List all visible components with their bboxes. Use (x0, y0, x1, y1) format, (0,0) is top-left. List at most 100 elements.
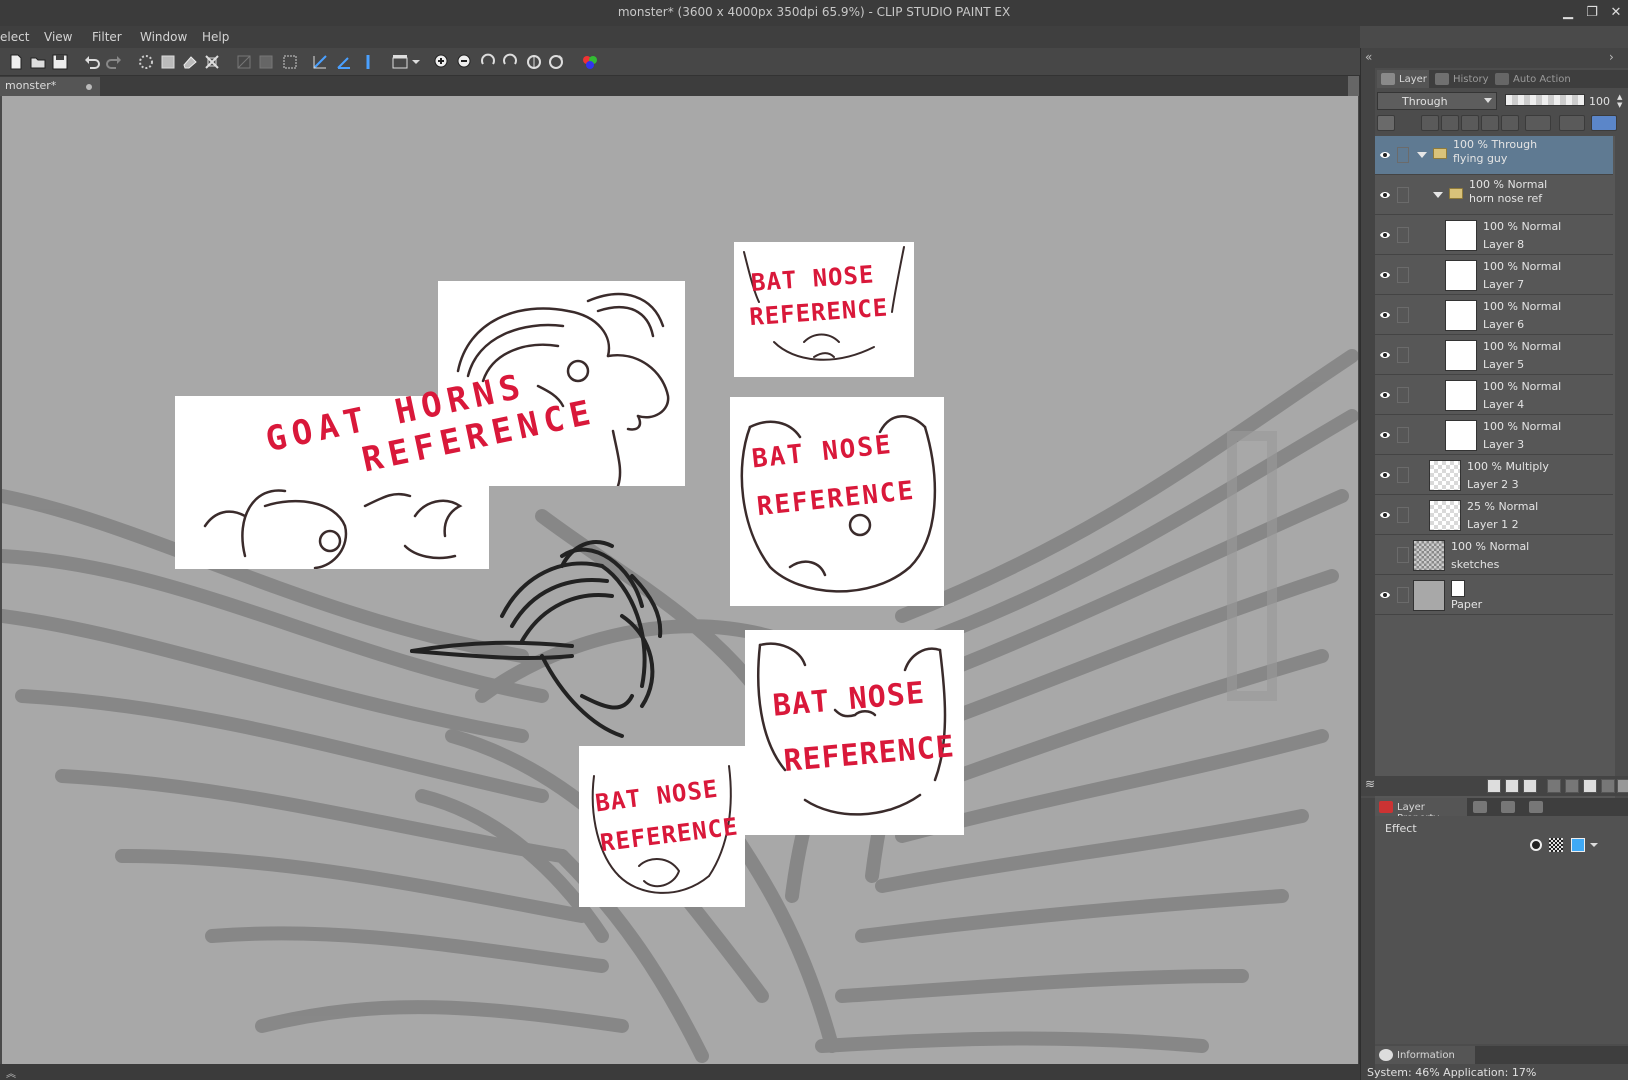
reference-layer-icon[interactable] (1441, 115, 1459, 131)
layer-row[interactable]: 100 % Multiply Layer 2 3 (1375, 456, 1613, 495)
canvas-size-icon[interactable] (390, 52, 410, 72)
layer-row[interactable]: 100 % Normal sketches (1375, 536, 1613, 575)
opacity-spinner-icon[interactable]: ▲ ▼ (1617, 93, 1622, 109)
new-folder-icon[interactable] (1523, 779, 1537, 793)
menu-help[interactable]: Help (202, 30, 229, 44)
close-button[interactable]: ✕ (1604, 0, 1628, 26)
snap-ruler-icon[interactable] (310, 52, 330, 72)
transform-icon[interactable] (202, 52, 222, 72)
opacity-value[interactable]: 100 (1589, 92, 1617, 110)
eye-icon[interactable] (1379, 310, 1391, 320)
rotate-right-icon[interactable] (500, 52, 520, 72)
menu-window[interactable]: Window (140, 30, 187, 44)
reset-view-icon[interactable] (546, 52, 566, 72)
bat-reference-card-1[interactable]: BAT NOSE REFERENCE (734, 242, 914, 377)
layer-row[interactable]: 100 % Normal Layer 3 (1375, 416, 1613, 455)
save-icon[interactable] (50, 52, 70, 72)
snap-special-ruler-icon[interactable] (334, 52, 354, 72)
collapse-left-icon[interactable]: « (1365, 50, 1372, 64)
eye-hidden-icon[interactable] (1379, 550, 1391, 560)
draft-layer-icon[interactable] (1559, 115, 1585, 131)
snap-grid-icon[interactable] (358, 52, 378, 72)
layer-lock-toggle[interactable] (1397, 547, 1409, 563)
blending-mode-select[interactable]: Through (1377, 92, 1497, 110)
tab-property-3[interactable] (1497, 798, 1523, 816)
layer-lock-toggle[interactable] (1397, 587, 1409, 603)
layer-row[interactable]: 100 % Normal Layer 8 (1375, 216, 1613, 255)
layer-lock-toggle[interactable] (1397, 387, 1409, 403)
layer-lock-toggle[interactable] (1397, 267, 1409, 283)
tab-auto-action[interactable]: Auto Action (1491, 70, 1581, 88)
close-tab-icon[interactable] (86, 84, 92, 90)
layer-lock-toggle[interactable] (1397, 467, 1409, 483)
opacity-slider[interactable] (1505, 94, 1585, 106)
select-all-icon[interactable] (280, 52, 300, 72)
undo-icon[interactable] (82, 52, 102, 72)
tab-property-4[interactable] (1525, 798, 1551, 816)
tab-history[interactable]: History (1431, 70, 1489, 88)
zoom-in-icon[interactable] (432, 52, 452, 72)
chevron-down-icon[interactable] (1589, 838, 1599, 852)
new-file-icon[interactable] (6, 52, 26, 72)
clear-icon[interactable] (136, 52, 156, 72)
invert-selection-icon[interactable] (256, 52, 276, 72)
layer-lock-toggle[interactable] (1397, 147, 1409, 163)
create-mask-icon[interactable] (1583, 779, 1597, 793)
layer-lock-toggle[interactable] (1397, 427, 1409, 443)
eye-icon[interactable] (1379, 350, 1391, 360)
drawing-canvas[interactable]: GOAT HORNS REFERENCE BAT NOSE REFERENCE (2, 96, 1358, 1064)
layer-row[interactable]: Paper (1375, 576, 1613, 615)
expand-chevron-icon[interactable]: ︽ (6, 1065, 16, 1080)
ruler-icon[interactable] (1525, 115, 1551, 131)
layer-color-effect-icon[interactable] (1571, 838, 1585, 852)
layer-lock-toggle[interactable] (1397, 307, 1409, 323)
expand-folder-icon[interactable] (1433, 192, 1443, 198)
expand-folder-icon[interactable] (1417, 152, 1427, 158)
clip-layer-icon[interactable] (1421, 115, 1439, 131)
eye-icon[interactable] (1379, 590, 1391, 600)
border-effect-icon[interactable] (1529, 838, 1543, 852)
eye-icon[interactable] (1379, 270, 1391, 280)
layer-lock-toggle[interactable] (1397, 347, 1409, 363)
layer-row[interactable]: 100 % Normal horn nose ref (1375, 176, 1613, 215)
fill-icon[interactable] (158, 52, 178, 72)
mask-icon[interactable] (1501, 115, 1519, 131)
new-vector-layer-icon[interactable] (1505, 779, 1519, 793)
bat-reference-card-4[interactable]: BAT NOSE REFERENCE (579, 746, 745, 907)
eye-icon[interactable] (1379, 390, 1391, 400)
tab-layer-property[interactable]: Layer Property (1375, 798, 1467, 824)
eye-icon[interactable] (1379, 430, 1391, 440)
lock-layer-icon[interactable] (1461, 115, 1479, 131)
eye-icon[interactable] (1379, 510, 1391, 520)
merge-down-icon[interactable] (1565, 779, 1579, 793)
minimize-button[interactable]: ▁ (1556, 0, 1580, 26)
layer-row[interactable]: 100 % Normal Layer 4 (1375, 376, 1613, 415)
document-tab[interactable]: monster* (0, 77, 100, 96)
layer-row[interactable]: 100 % Normal Layer 5 (1375, 336, 1613, 375)
eye-icon[interactable] (1379, 190, 1391, 200)
menu-filter[interactable]: Filter (92, 30, 122, 44)
redo-icon[interactable] (104, 52, 124, 72)
bat-reference-card-2[interactable]: BAT NOSE REFERENCE (730, 397, 944, 606)
flip-horizontal-icon[interactable] (524, 52, 544, 72)
delete-layer-icon[interactable] (1617, 779, 1628, 793)
transfer-down-icon[interactable] (1547, 779, 1561, 793)
eye-icon[interactable] (1379, 150, 1391, 160)
menu-view[interactable]: View (44, 30, 72, 44)
layer-row[interactable]: 25 % Normal Layer 1 2 (1375, 496, 1613, 535)
layer-row[interactable]: 100 % Normal Layer 7 (1375, 256, 1613, 295)
eye-icon[interactable] (1379, 470, 1391, 480)
tone-effect-icon[interactable] (1549, 838, 1563, 852)
open-folder-icon[interactable] (28, 52, 48, 72)
menu-select[interactable]: elect (0, 30, 29, 44)
layer-row[interactable]: 100 % Through flying guy (1375, 136, 1613, 175)
restore-button[interactable]: ❐ (1580, 0, 1604, 26)
selection-off-icon[interactable] (234, 52, 254, 72)
chevron-down-icon[interactable] (410, 52, 422, 72)
rotate-left-icon[interactable] (478, 52, 498, 72)
color-mixing-icon[interactable] (580, 52, 600, 72)
layer-color-icon[interactable] (1377, 115, 1395, 131)
layer-display-icon[interactable] (1591, 115, 1617, 131)
tab-property-2[interactable] (1469, 798, 1495, 816)
collapse-right-icon[interactable]: › (1609, 50, 1614, 64)
